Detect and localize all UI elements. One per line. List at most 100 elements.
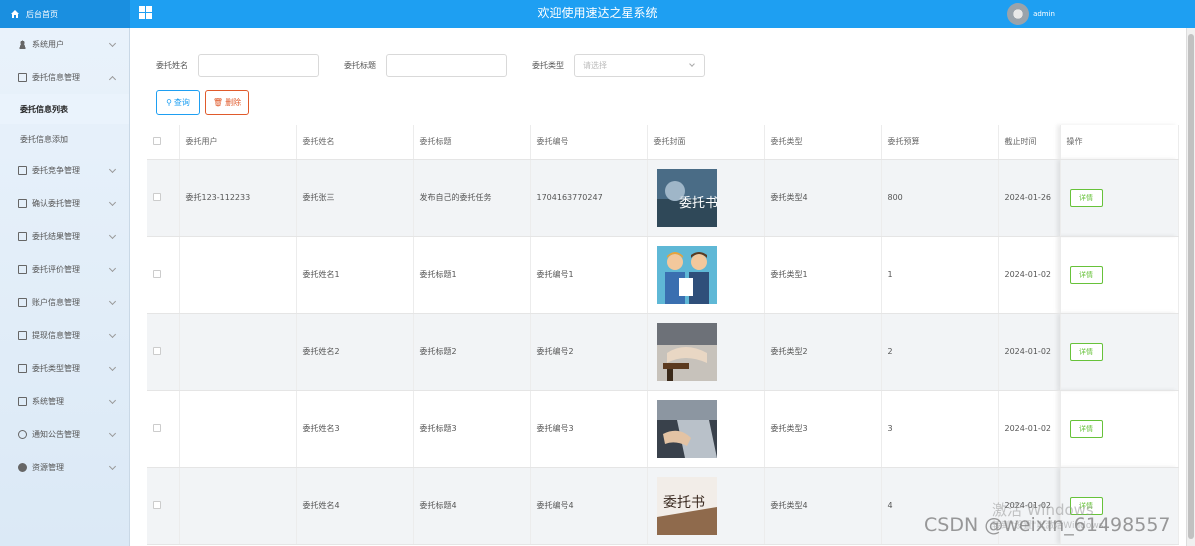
cell-type: 委托类型4 <box>764 159 882 237</box>
sidebar-item-withdraw[interactable]: 提现信息管理 <box>0 319 129 352</box>
chevron-down-icon <box>108 363 117 372</box>
delete-button[interactable]: 🗑 删除 <box>205 90 249 115</box>
filter-title-input[interactable] <box>386 54 507 77</box>
cell-name: 委托姓名2 <box>296 313 414 391</box>
cell-deadline: 2024-01-26 <box>998 159 1061 237</box>
avatar[interactable] <box>1007 3 1030 25</box>
image-icon <box>18 397 27 406</box>
column-header[interactable]: 委托预算 <box>881 125 999 160</box>
vertical-scrollbar[interactable] <box>1186 28 1195 546</box>
sidebar-item-account[interactable]: 账户信息管理 <box>0 286 129 319</box>
search-icon: ⚲ <box>166 98 172 107</box>
username: admin <box>1033 10 1055 18</box>
cell-title: 发布自己的委托任务 <box>413 159 531 237</box>
cover-image[interactable]: 委托书 <box>656 476 717 535</box>
sidebar-item-competition[interactable]: 委托竞争管理 <box>0 154 129 187</box>
user-menu[interactable]: admin <box>1007 1 1055 27</box>
cell-cover <box>647 313 765 391</box>
cell-type: 委托类型4 <box>764 467 882 545</box>
doc-icon <box>18 232 27 241</box>
column-header[interactable]: 委托姓名 <box>296 125 414 160</box>
cell-name: 委托姓名3 <box>296 390 414 468</box>
filter-type-select[interactable]: 请选择 <box>574 54 705 77</box>
sidebar-item-commission-info[interactable]: 委托信息管理 <box>0 61 129 94</box>
scrollbar-thumb[interactable] <box>1188 34 1194 539</box>
detail-button[interactable]: 详情 <box>1069 188 1103 207</box>
cell-deadline: 2024-01-02 <box>998 390 1061 468</box>
column-header[interactable]: 操作 <box>1060 125 1179 160</box>
main-content: 委托姓名 委托标题 委托类型 请选择 ⚲ 查询 🗑 删除 委托用户 委托姓名 委… <box>131 28 1186 546</box>
column-header[interactable]: 委托封面 <box>647 125 765 160</box>
table-row: 委托123-112233 委托张三 发布自己的委托任务 170416377024… <box>147 159 1179 237</box>
filter-name-input[interactable] <box>198 54 319 77</box>
commission-table: 委托用户 委托姓名 委托标题 委托编号 委托封面 委托类型 委托预算 截止时间 … <box>147 125 1179 545</box>
table-row: 委托姓名1 委托标题1 委托编号1 委托类型1 1 2024-01-02 详情 <box>147 236 1179 314</box>
cell-name: 委托张三 <box>296 159 414 237</box>
sidebar-subitem-commission-add[interactable]: 委托信息添加 <box>0 124 129 154</box>
detail-button[interactable]: 详情 <box>1069 265 1103 284</box>
cover-image[interactable] <box>656 322 717 381</box>
detail-button[interactable]: 详情 <box>1069 342 1103 361</box>
detail-button[interactable]: 详情 <box>1069 419 1103 438</box>
column-header[interactable]: 截止时间 <box>998 125 1061 160</box>
search-button[interactable]: ⚲ 查询 <box>156 90 200 115</box>
column-header[interactable]: 委托用户 <box>179 125 297 160</box>
sidebar-item-system[interactable]: 系统管理 <box>0 385 129 418</box>
table-row: 委托姓名3 委托标题3 委托编号3 委托类型3 3 2024-01-02 详情 <box>147 390 1179 468</box>
row-checkbox[interactable] <box>147 467 180 545</box>
cover-image[interactable]: 委托书 <box>656 168 717 227</box>
chevron-down-icon <box>108 429 117 438</box>
row-checkbox[interactable] <box>147 236 180 314</box>
grid-menu-icon[interactable] <box>139 6 152 19</box>
chevron-up-icon <box>108 75 117 84</box>
row-checkbox[interactable] <box>147 159 180 237</box>
filter-type-label: 委托类型 <box>532 61 564 70</box>
sidebar-item-label: 账户信息管理 <box>32 298 80 307</box>
home-link[interactable]: 后台首页 <box>0 0 130 28</box>
cell-budget: 2 <box>881 313 999 391</box>
home-icon <box>11 10 19 18</box>
cell-code: 委托编号2 <box>530 313 648 391</box>
cell-user <box>179 236 297 314</box>
filter-title-label: 委托标题 <box>344 61 376 70</box>
sidebar-item-resource[interactable]: 资源管理 <box>0 451 129 484</box>
doc-icon <box>18 265 27 274</box>
cell-type: 委托类型3 <box>764 390 882 468</box>
row-checkbox[interactable] <box>147 313 180 391</box>
sidebar-item-notice[interactable]: 通知公告管理 <box>0 418 129 451</box>
select-placeholder: 请选择 <box>583 61 607 70</box>
cell-name: 委托姓名4 <box>296 467 414 545</box>
column-header[interactable]: 委托编号 <box>530 125 648 160</box>
csdn-watermark: CSDN @weixin_61498557 <box>924 514 1171 536</box>
sidebar-item-label: 委托信息管理 <box>32 73 80 82</box>
column-header[interactable]: 委托标题 <box>413 125 531 160</box>
sidebar-item-review[interactable]: 委托评价管理 <box>0 253 129 286</box>
cell-cover <box>647 390 765 468</box>
cell-cover <box>647 236 765 314</box>
table-header-row: 委托用户 委托姓名 委托标题 委托编号 委托封面 委托类型 委托预算 截止时间 … <box>147 125 1179 160</box>
sidebar-item-label: 通知公告管理 <box>32 430 80 439</box>
sidebar-item-system-users[interactable]: 系统用户 <box>0 28 129 61</box>
chevron-down-icon <box>108 198 117 207</box>
cell-deadline: 2024-01-02 <box>998 236 1061 314</box>
info-icon <box>18 430 27 439</box>
sidebar-item-type[interactable]: 委托类型管理 <box>0 352 129 385</box>
cover-image[interactable] <box>656 245 717 304</box>
cell-cover: 委托书 <box>647 159 765 237</box>
cell-deadline: 2024-01-02 <box>998 313 1061 391</box>
cover-image[interactable] <box>656 399 717 458</box>
cell-actions: 详情 <box>1060 236 1179 314</box>
sidebar-item-confirm[interactable]: 确认委托管理 <box>0 187 129 220</box>
cell-type: 委托类型1 <box>764 236 882 314</box>
cell-budget: 1 <box>881 236 999 314</box>
row-checkbox[interactable] <box>147 390 180 468</box>
sidebar-item-label: 提现信息管理 <box>32 331 80 340</box>
cover-text: 委托书 <box>679 196 717 211</box>
select-all-checkbox[interactable] <box>147 125 180 160</box>
sidebar-subitem-commission-list[interactable]: 委托信息列表 <box>0 94 129 124</box>
chevron-down-icon <box>108 39 117 48</box>
sidebar-item-label: 委托结果管理 <box>32 232 80 241</box>
column-header[interactable]: 委托类型 <box>764 125 882 160</box>
cell-cover: 委托书 <box>647 467 765 545</box>
sidebar-item-result[interactable]: 委托结果管理 <box>0 220 129 253</box>
